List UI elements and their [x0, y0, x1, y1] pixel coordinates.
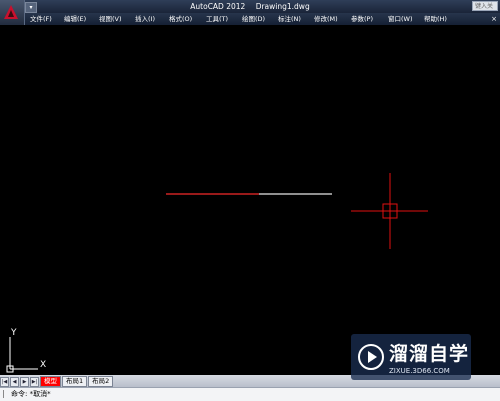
menu-help[interactable]: 帮助(H): [424, 13, 456, 25]
next-tab-button[interactable]: ▶: [20, 376, 29, 387]
menu-modify[interactable]: 修改(M): [314, 13, 351, 25]
ucs-x-label: X: [40, 360, 46, 370]
menu-dimension[interactable]: 标注(N): [278, 13, 314, 25]
ucs-y-label: Y: [10, 328, 17, 338]
tab-layout1[interactable]: 布局1: [62, 376, 88, 387]
menu-insert[interactable]: 插入(I): [135, 13, 169, 25]
menu-file[interactable]: 文件(F): [30, 13, 64, 25]
app-title: AutoCAD 2012: [190, 2, 246, 11]
layout-tabs: |◀ ◀ ▶ ▶| 模型 布局1 布局2: [0, 376, 114, 387]
watermark-title: 溜溜自学: [389, 343, 470, 365]
watermark-url: ZIXUE.3D66.COM: [389, 367, 450, 375]
search-input[interactable]: 键入关: [472, 1, 498, 11]
drawing-canvas[interactable]: Y X: [0, 25, 500, 375]
menu-tools[interactable]: 工具(T): [206, 13, 242, 25]
menu-edit[interactable]: 编辑(E): [64, 13, 99, 25]
last-tab-button[interactable]: ▶|: [30, 376, 39, 387]
play-logo-icon: [358, 344, 384, 370]
autocad-logo-icon: [4, 5, 18, 19]
command-text: 命令: *取消*: [11, 390, 51, 398]
menu-list: 文件(F) 编辑(E) 视图(V) 插入(I) 格式(O) 工具(T) 绘图(D…: [30, 13, 456, 25]
tab-model[interactable]: 模型: [40, 376, 61, 387]
menu-window[interactable]: 窗口(W): [388, 13, 424, 25]
title-bar: AutoCAD 2012 Drawing1.dwg 键入关: [0, 0, 500, 13]
watermark: 溜溜自学 ZIXUE.3D66.COM: [351, 334, 471, 380]
menu-view[interactable]: 视图(V): [99, 13, 135, 25]
menu-format[interactable]: 格式(O): [169, 13, 206, 25]
menu-draw[interactable]: 绘图(D): [242, 13, 278, 25]
tab-layout2[interactable]: 布局2: [88, 376, 114, 387]
ucs-icon: Y X: [6, 328, 46, 373]
drawing-svg: Y X: [6, 173, 428, 373]
command-line[interactable]: 命令: *取消*: [0, 387, 500, 401]
application-menu-button[interactable]: [0, 0, 25, 25]
command-line-grip-icon: [3, 390, 8, 398]
document-name: Drawing1.dwg: [255, 2, 310, 11]
prev-tab-button[interactable]: ◀: [10, 376, 19, 387]
quick-access-dropdown-icon[interactable]: ▾: [25, 2, 37, 13]
menu-parametric[interactable]: 参数(P): [351, 13, 388, 25]
window-title: AutoCAD 2012 Drawing1.dwg: [0, 0, 500, 13]
document-close-button[interactable]: ×: [490, 16, 498, 23]
first-tab-button[interactable]: |◀: [0, 376, 9, 387]
crosshair-cursor: [351, 173, 428, 249]
